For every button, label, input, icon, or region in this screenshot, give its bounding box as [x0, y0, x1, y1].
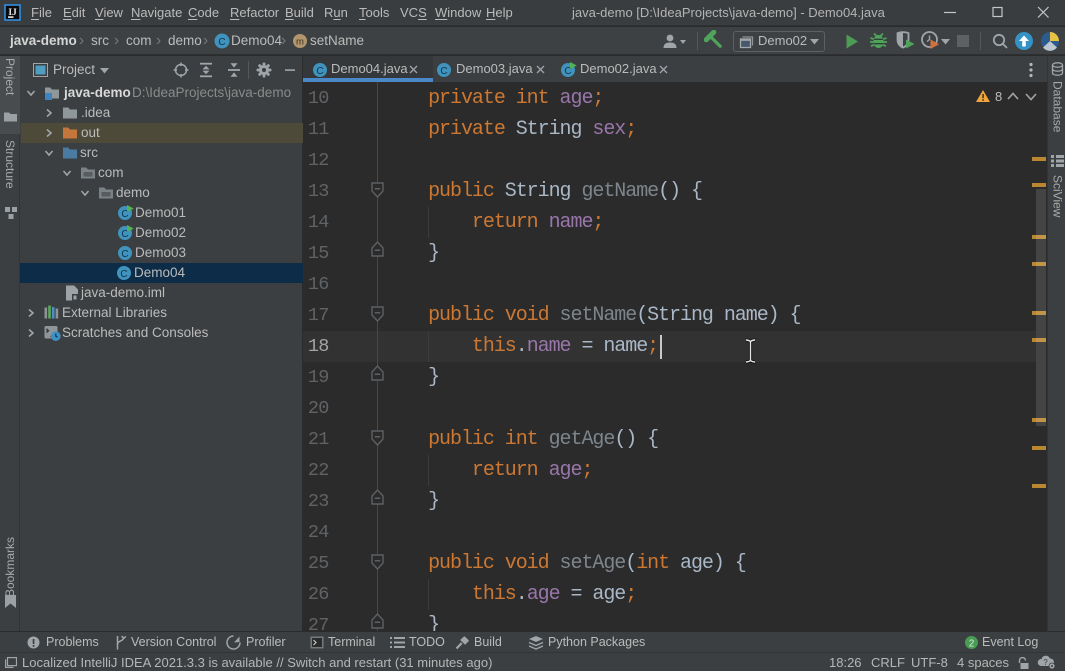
svg-text:C: C [120, 269, 127, 280]
svg-text:8: 8 [995, 89, 1002, 104]
svg-text:C: C [316, 66, 323, 77]
svg-text:?: ? [1043, 658, 1048, 667]
svg-text:m: m [296, 37, 304, 48]
svg-text:C: C [121, 249, 128, 260]
svg-text:2: 2 [969, 639, 975, 650]
svg-text:C: C [440, 66, 447, 77]
svg-text:C: C [218, 37, 225, 48]
